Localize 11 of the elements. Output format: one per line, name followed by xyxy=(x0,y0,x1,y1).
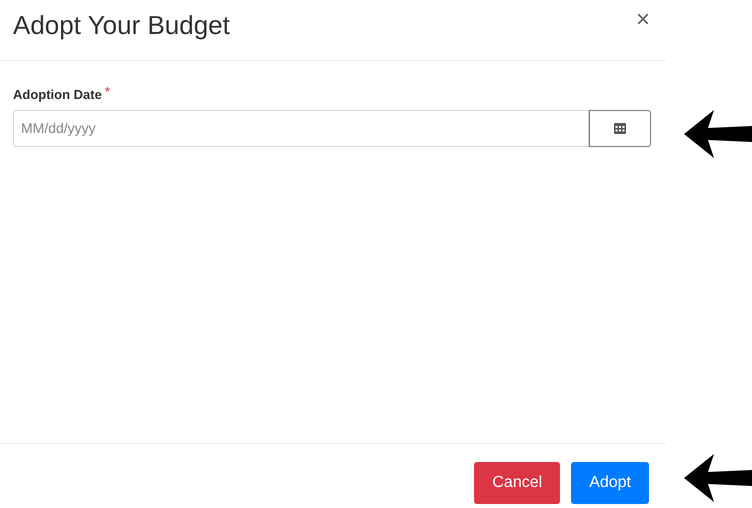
calendar-icon xyxy=(614,122,626,134)
field-label: Adoption Date xyxy=(13,86,102,104)
cancel-button[interactable]: Cancel xyxy=(474,462,560,504)
arrow-icon xyxy=(684,108,752,160)
arrow-icon xyxy=(684,452,752,504)
adopt-button[interactable]: Adopt xyxy=(571,462,649,504)
date-input[interactable]: MM/dd/yyyy xyxy=(13,110,589,146)
dialog-title: Adopt Your Budget xyxy=(13,9,230,42)
close-button[interactable]: × xyxy=(636,8,650,32)
required-mark: * xyxy=(104,85,110,98)
calendar-button[interactable] xyxy=(589,110,651,146)
